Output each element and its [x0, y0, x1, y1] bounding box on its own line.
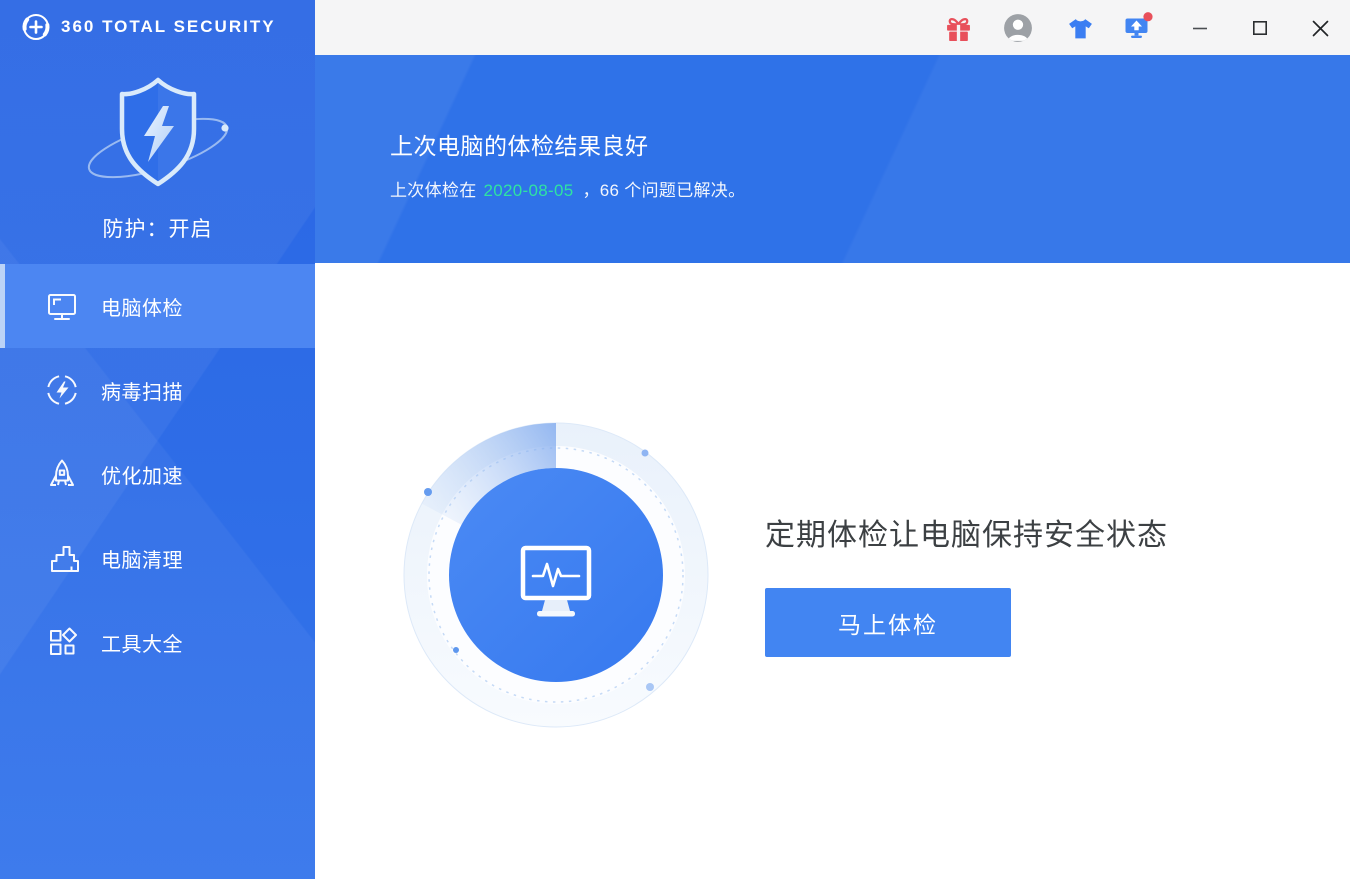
minimize-icon [1192, 20, 1208, 36]
checkup-ring-graphic [396, 415, 716, 735]
app-window: 360 TOTAL SECURITY 防护：开启 [0, 0, 1350, 879]
last-checkup-date: 2020-08-05 [484, 181, 574, 200]
protection-status-label: 防护：开启 [0, 213, 315, 243]
sidebar-item-speedup[interactable]: 优化加速 [0, 432, 315, 516]
checkup-result-banner: 上次电脑的体检结果良好 上次体检在 2020-08-05 ，66 个问题已解决。 [315, 55, 1350, 263]
sidebar-item-label: 电脑清理 [101, 544, 183, 573]
sidebar: 360 TOTAL SECURITY 防护：开启 [0, 0, 315, 879]
maximize-button[interactable] [1244, 12, 1276, 44]
upgrade-icon[interactable] [1123, 10, 1153, 40]
sidebar-item-label: 优化加速 [101, 460, 183, 489]
protection-status-block: 防护：开启 [0, 72, 315, 243]
sidebar-item-label: 工具大全 [101, 628, 183, 657]
protection-shield-icon [78, 72, 238, 200]
banner-subtitle-prefix: 上次体检在 [390, 181, 477, 200]
close-icon [1312, 20, 1329, 37]
minimize-button[interactable] [1184, 12, 1216, 44]
ring-dot [646, 683, 654, 691]
notification-dot [1143, 12, 1152, 21]
main-panel: 定期体检让电脑保持安全状态 马上体检 [315, 263, 1350, 879]
banner-subtitle-suffix: ，66 个问题已解决。 [582, 181, 745, 200]
360-logo-icon [20, 11, 52, 43]
cleanup-brush-icon [44, 540, 80, 576]
titlebar [315, 0, 1350, 55]
ring-dot [642, 450, 649, 457]
maximize-icon [1252, 20, 1268, 36]
ring-dot [424, 488, 432, 496]
account-avatar-icon[interactable] [1003, 13, 1033, 43]
theme-shirt-icon[interactable] [1065, 13, 1095, 43]
sidebar-item-virus-scan[interactable]: 病毒扫描 [0, 348, 315, 432]
speedup-rocket-icon [44, 456, 80, 492]
sidebar-item-label: 电脑体检 [101, 292, 183, 321]
app-logo-text: 360 TOTAL SECURITY [61, 17, 276, 37]
banner-subtitle: 上次体检在 2020-08-05 ，66 个问题已解决。 [390, 176, 745, 201]
pc-checkup-monitor-icon [44, 288, 80, 324]
sidebar-menu: 电脑体检 病毒扫描 优化加速 [0, 264, 315, 684]
sidebar-item-pc-checkup[interactable]: 电脑体检 [0, 264, 315, 348]
close-button[interactable] [1304, 12, 1336, 44]
virus-scan-icon [44, 372, 80, 408]
app-logo: 360 TOTAL SECURITY [20, 11, 276, 43]
sidebar-item-label: 病毒扫描 [101, 376, 183, 405]
sidebar-item-toolbox[interactable]: 工具大全 [0, 600, 315, 684]
checkup-now-button[interactable]: 马上体检 [765, 588, 1011, 657]
banner-title: 上次电脑的体检结果良好 [390, 127, 649, 161]
sidebar-item-cleanup[interactable]: 电脑清理 [0, 516, 315, 600]
checkup-headline: 定期体检让电脑保持安全状态 [765, 510, 1168, 554]
gift-icon[interactable] [943, 13, 973, 43]
ring-dot [453, 647, 459, 653]
toolbox-icon [44, 624, 80, 660]
